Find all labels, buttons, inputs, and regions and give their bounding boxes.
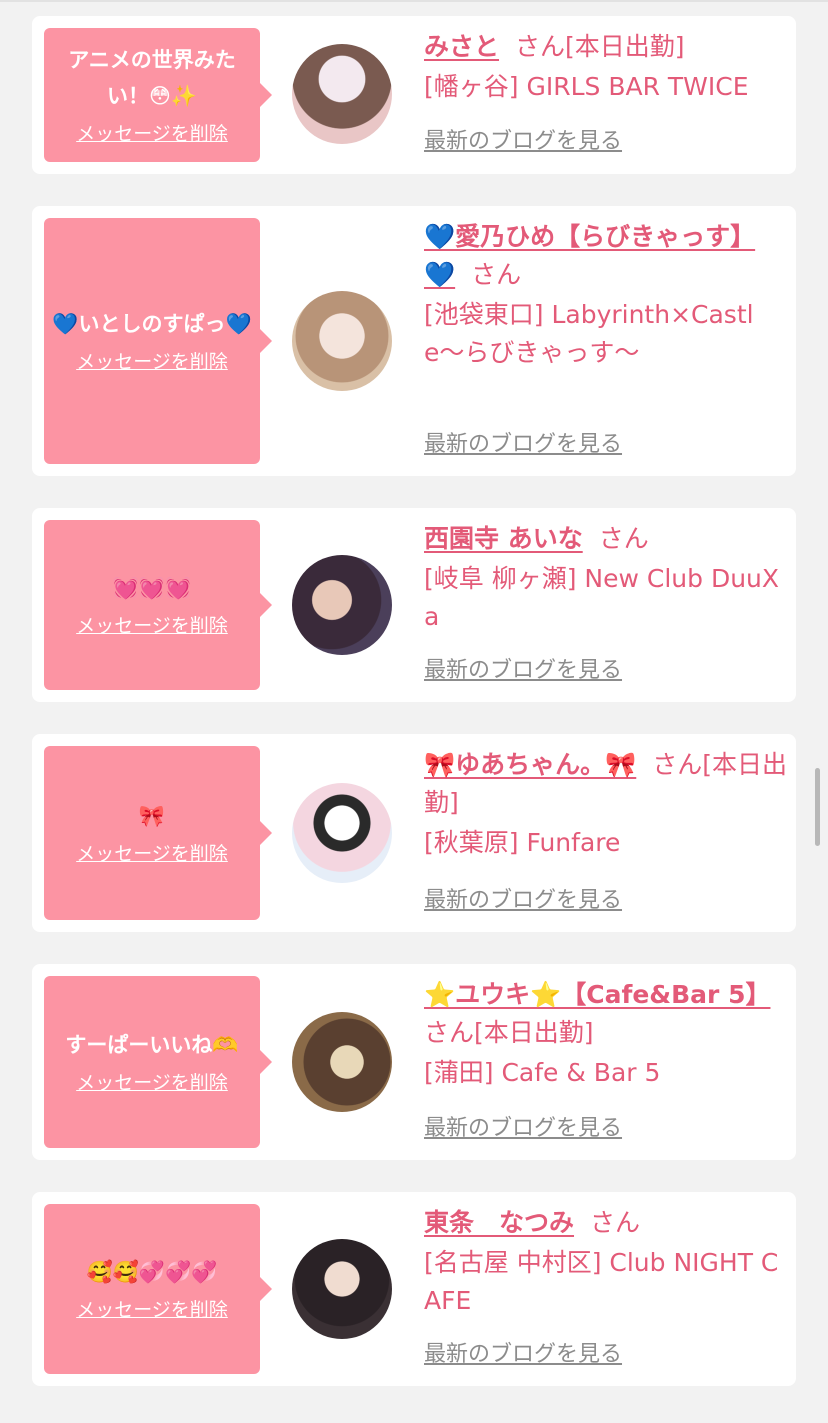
shop-text: [秋葉原] Funfare [424, 828, 621, 857]
delete-message-link[interactable]: メッセージを削除 [76, 348, 228, 376]
latest-blog-link[interactable]: 最新のブログを見る [424, 1340, 622, 1370]
avatar[interactable] [292, 1239, 392, 1339]
latest-blog-link[interactable]: 最新のブログを見る [424, 886, 622, 916]
message-bubble: 💓💓💓 メッセージを削除 [44, 520, 272, 690]
avatar[interactable] [292, 1012, 392, 1112]
profile-info: 西園寺 あいな さん [岐阜 柳ヶ瀬] New Club DuuXa [424, 520, 788, 636]
top-divider [0, 0, 828, 2]
list-item: 🎀 メッセージを削除 🎀ゆあちゃん。🎀 さん[本日出勤] [秋葉原] Funfar… [32, 734, 796, 932]
cast-name-link[interactable]: 西園寺 あいな [424, 524, 599, 553]
cast-name-link[interactable]: 東条 なつみ [424, 1208, 590, 1237]
list-item: 💓💓💓 メッセージを削除 西園寺 あいな さん [岐阜 柳ヶ瀬] New Club… [32, 508, 796, 702]
status-text: さん [471, 260, 522, 289]
avatar[interactable] [292, 291, 392, 391]
latest-blog-link[interactable]: 最新のブログを見る [424, 127, 622, 157]
profile-info: 💙愛乃ひめ【らびきゃっす】💙 さん [池袋東口] Labyrinth×Castle… [424, 218, 788, 372]
cast-name-link[interactable]: ⭐ユウキ⭐【Cafe&Bar 5】 [424, 980, 786, 1009]
message-bubble: アニメの世界みたい！😳✨ メッセージを削除 [44, 28, 272, 162]
message-bubble: 🎀 メッセージを削除 [44, 746, 272, 920]
profile-info: 東条 なつみ さん [名古屋 中村区] Club NIGHT CAFE [424, 1204, 788, 1320]
message-text: 💓💓💓 [112, 576, 192, 600]
shop-text: [幡ヶ谷] GIRLS BAR TWICE [424, 72, 749, 101]
message-text: 🎀 [138, 804, 166, 828]
delete-message-link[interactable]: メッセージを削除 [76, 1069, 228, 1097]
latest-blog-link[interactable]: 最新のブログを見る [424, 1114, 622, 1144]
message-text: アニメの世界みたい！😳✨ [68, 48, 236, 108]
message-bubble: 🥰🥰💞💞💞 メッセージを削除 [44, 1204, 272, 1374]
status-text: さん[本日出勤] [515, 32, 685, 61]
avatar[interactable] [292, 555, 392, 655]
status-text: さん [590, 1208, 641, 1237]
shop-text: [岐阜 柳ヶ瀬] New Club DuuXa [424, 564, 780, 631]
latest-blog-link[interactable]: 最新のブログを見る [424, 656, 622, 686]
delete-message-link[interactable]: メッセージを削除 [76, 612, 228, 640]
status-text: さん[本日出勤] [424, 1018, 594, 1047]
message-bubble: 💙いとしのすぱっ💙 メッセージを削除 [44, 218, 272, 464]
status-text: さん [598, 524, 649, 553]
shop-text: [蒲田] Cafe & Bar 5 [424, 1058, 661, 1087]
shop-text: [名古屋 中村区] Club NIGHT CAFE [424, 1248, 779, 1315]
message-text: すーぱーいいね🫶 [65, 1033, 239, 1057]
avatar[interactable] [292, 783, 392, 883]
latest-blog-link[interactable]: 最新のブログを見る [424, 430, 622, 460]
list-item: アニメの世界みたい！😳✨ メッセージを削除 みさと さん[本日出勤] [幡ヶ谷] … [32, 16, 796, 174]
cast-name-link[interactable]: みさと [424, 32, 515, 61]
avatar[interactable] [292, 44, 392, 144]
delete-message-link[interactable]: メッセージを削除 [76, 120, 228, 148]
message-bubble: すーぱーいいね🫶 メッセージを削除 [44, 976, 272, 1148]
delete-message-link[interactable]: メッセージを削除 [76, 840, 228, 868]
profile-info: ⭐ユウキ⭐【Cafe&Bar 5】さん[本日出勤] [蒲田] Cafe & Ba… [424, 976, 788, 1092]
list-item: 💙いとしのすぱっ💙 メッセージを削除 💙愛乃ひめ【らびきゃっす】💙 さん [池袋東… [32, 206, 796, 476]
message-text: 💙いとしのすぱっ💙 [52, 312, 252, 336]
cast-name-link[interactable]: 🎀ゆあちゃん。🎀 [424, 750, 652, 779]
delete-message-link[interactable]: メッセージを削除 [76, 1296, 228, 1324]
scrollbar[interactable] [815, 768, 820, 846]
profile-info: みさと さん[本日出勤] [幡ヶ谷] GIRLS BAR TWICE [424, 28, 788, 106]
shop-text: [池袋東口] Labyrinth×Castle〜らびきゃっす〜 [424, 300, 754, 367]
list-item: すーぱーいいね🫶 メッセージを削除 ⭐ユウキ⭐【Cafe&Bar 5】さん[本日… [32, 964, 796, 1160]
profile-info: 🎀ゆあちゃん。🎀 さん[本日出勤] [秋葉原] Funfare [424, 746, 788, 862]
message-text: 🥰🥰💞💞💞 [86, 1260, 218, 1284]
list-item: 🥰🥰💞💞💞 メッセージを削除 東条 なつみ さん [名古屋 中村区] Club N… [32, 1192, 796, 1386]
